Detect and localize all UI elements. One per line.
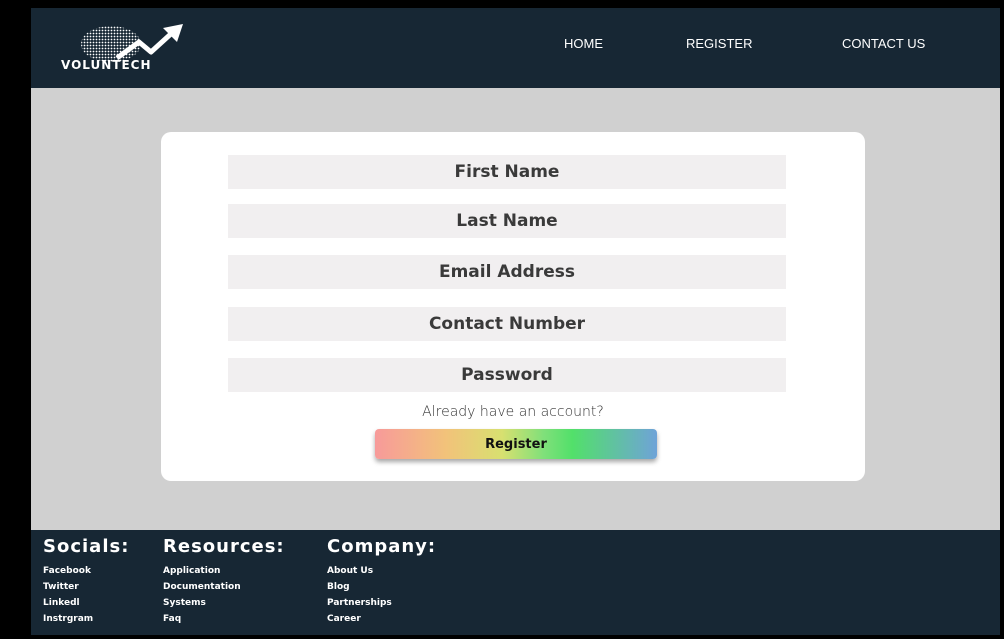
footer: Socials: Facebook Twitter Linkedl Instrg… bbox=[31, 530, 1000, 635]
registration-card: Already have an account? Register bbox=[161, 132, 865, 481]
page-frame: VOLUNTECH HOME REGISTER CONTACT US Alrea… bbox=[31, 8, 1000, 635]
footer-link-documentation[interactable]: Documentation bbox=[163, 582, 241, 592]
footer-link-facebook[interactable]: Facebook bbox=[43, 566, 91, 576]
nav-contact-link[interactable]: CONTACT US bbox=[842, 36, 925, 51]
footer-link-partnerships[interactable]: Partnerships bbox=[327, 598, 392, 608]
footer-link-faq[interactable]: Faq bbox=[163, 614, 181, 624]
footer-company-title: Company: bbox=[327, 536, 437, 557]
footer-socials-title: Socials: bbox=[43, 536, 130, 557]
password-field[interactable] bbox=[228, 358, 786, 392]
footer-link-application[interactable]: Application bbox=[163, 566, 220, 576]
email-field[interactable] bbox=[228, 255, 786, 289]
header: VOLUNTECH HOME REGISTER CONTACT US bbox=[31, 8, 1000, 88]
footer-link-linkedin[interactable]: Linkedl bbox=[43, 598, 80, 608]
footer-link-systems[interactable]: Systems bbox=[163, 598, 206, 608]
footer-resources-title: Resources: bbox=[163, 536, 285, 557]
nav-register-link[interactable]: REGISTER bbox=[686, 36, 752, 51]
last-name-field[interactable] bbox=[228, 204, 786, 238]
login-link[interactable]: Already have an account? bbox=[161, 404, 865, 420]
footer-socials: Socials: Facebook Twitter Linkedl Instrg… bbox=[43, 536, 129, 627]
footer-link-instagram[interactable]: Instrgram bbox=[43, 614, 93, 624]
first-name-field[interactable] bbox=[228, 155, 786, 189]
footer-link-twitter[interactable]: Twitter bbox=[43, 582, 79, 592]
register-button[interactable]: Register bbox=[375, 429, 657, 459]
nav-home-link[interactable]: HOME bbox=[564, 36, 603, 51]
brand-name: VOLUNTECH bbox=[61, 58, 152, 72]
contact-number-field[interactable] bbox=[228, 307, 786, 341]
footer-company: Company: About Us Blog Partnerships Care… bbox=[327, 536, 436, 627]
footer-link-career[interactable]: Career bbox=[327, 614, 361, 624]
footer-resources: Resources: Application Documentation Sys… bbox=[163, 536, 285, 627]
logo[interactable]: VOLUNTECH bbox=[59, 20, 209, 76]
footer-link-blog[interactable]: Blog bbox=[327, 582, 350, 592]
footer-link-about-us[interactable]: About Us bbox=[327, 566, 373, 576]
